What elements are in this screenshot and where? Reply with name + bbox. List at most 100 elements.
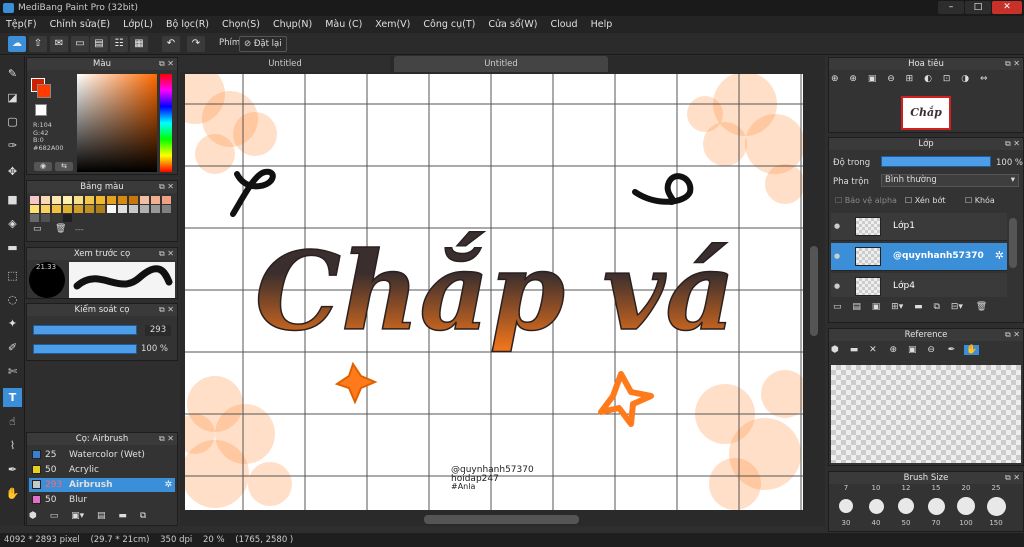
trash-icon[interactable]: 🗑 [976,302,987,312]
palette-swatch[interactable] [52,196,61,204]
palette-swatch[interactable] [41,196,50,204]
panel-close-icon[interactable]: ⧉ ✕ [1005,472,1020,484]
menu-edit[interactable]: Chỉnh sửa(E) [50,19,111,30]
dropper-tool-icon[interactable]: ✒ [3,460,22,479]
palette-swatch[interactable] [96,205,105,213]
menu-view[interactable]: Xem(V) [375,19,410,30]
palette-swatch[interactable] [129,196,138,204]
hand-tool-icon[interactable]: ✋ [3,484,22,503]
panel-close-icon[interactable]: ⧉ ✕ [159,433,174,445]
gear-icon[interactable]: ✲ [164,478,172,492]
list-icon[interactable]: ☷ [110,36,128,52]
menu-snap[interactable]: Chụp(N) [273,19,312,30]
palette-add-icon[interactable]: ▭ [33,224,42,234]
palette-swatch[interactable] [162,196,171,204]
layer-row[interactable]: ● Lớp4 [831,273,1007,297]
brush-settings-icon[interactable]: ▤ [97,511,106,521]
brush-size-value[interactable]: 293 [145,325,171,336]
grid-icon[interactable]: ▦ [130,36,148,52]
reference-view[interactable] [831,365,1021,463]
brush-folder-icon[interactable]: ▬ [118,511,127,521]
brush-size-preset[interactable] [898,498,914,514]
text-tool-icon[interactable]: T [3,388,22,407]
menu-file[interactable]: Tệp(F) [6,19,37,30]
zoom-in-alt-icon[interactable]: ⊕ [849,74,857,84]
maximize-button[interactable]: □ [965,1,991,14]
color-saturation-field[interactable] [77,74,157,172]
document-icon[interactable]: ▤ [90,36,108,52]
protect-alpha-checkbox[interactable]: ☐ Bảo vệ alpha [835,196,897,205]
palette-swatch[interactable] [74,205,83,213]
brush-add-icon[interactable]: ▣▾ [71,511,84,521]
visibility-eye-icon[interactable]: ● [834,282,840,290]
fit-icon[interactable]: ▣ [868,74,877,84]
brush-item[interactable]: 50 Blur [29,493,175,507]
brush-item[interactable]: 50 Acrylic [29,463,175,477]
undo-icon[interactable]: ↶ [162,36,180,52]
reference-zoom-out-icon[interactable]: ⊖ [927,345,935,355]
secondary-color-swatch[interactable] [35,104,47,116]
layer-row[interactable]: ● @quynhanh57370 ✲ [831,243,1007,271]
layer-scrollbar[interactable] [1009,218,1017,268]
layer-opacity-slider[interactable] [881,156,991,167]
magic-wand-icon[interactable]: ✦ [3,314,22,333]
palette-swatch[interactable] [41,205,50,213]
hue-slider[interactable] [160,74,172,172]
folder-icon[interactable]: ▬ [914,302,923,312]
palette-swatch[interactable] [162,205,171,213]
panel-close-icon[interactable]: ⧉ ✕ [1005,138,1020,150]
palette-swatch[interactable] [30,196,39,204]
blend-mode-select[interactable]: Bình thường ▾ [881,174,1019,187]
select-pen-icon[interactable]: ✐ [3,338,22,357]
rotate-right-icon[interactable]: ◑ [961,74,969,84]
reset-button[interactable]: ⊘ Đặt lại [239,36,287,52]
palette-swatch[interactable] [129,205,138,213]
merge-icon[interactable]: ⊟▾ [951,302,963,312]
panel-close-icon[interactable]: ⧉ ✕ [1005,329,1020,341]
panel-close-icon[interactable]: ⧉ ✕ [159,58,174,70]
fill-rect-tool-icon[interactable]: ■ [3,190,22,209]
background-color-swatch[interactable] [37,84,51,98]
palette-swatch[interactable] [151,205,160,213]
palette-swatch[interactable] [85,196,94,204]
horizontal-scrollbar[interactable] [424,515,579,524]
redo-icon[interactable]: ↷ [187,36,205,52]
menu-tools[interactable]: Công cụ(T) [423,19,475,30]
palette-more[interactable]: --- [75,225,84,234]
minimize-button[interactable]: – [938,1,964,14]
palette-swatch[interactable] [41,214,50,222]
palette-swatch[interactable] [140,196,149,204]
select-tool-icon[interactable]: ⬚ [3,266,22,285]
move-tool-icon[interactable]: ✥ [3,162,22,181]
visibility-eye-icon[interactable]: ● [834,222,840,230]
zoom-out-icon[interactable]: ⊖ [887,74,895,84]
gradient-tool-icon[interactable]: ▬ [3,238,22,257]
reset-view-icon[interactable]: ⊡ [943,74,951,84]
brush-item[interactable]: 293 Airbrush ✲ [29,478,175,492]
palette-swatch[interactable] [118,196,127,204]
palette-swatch[interactable] [52,214,61,222]
lasso-tool-icon[interactable]: ◌ [3,290,22,309]
page-icon[interactable]: ▭ [71,36,89,52]
vertical-scrollbar[interactable] [810,246,818,336]
reference-hand-icon[interactable]: ✋ [964,345,980,355]
panel-close-icon[interactable]: ⧉ ✕ [159,248,174,260]
eyedropper-tool-icon[interactable]: ⌇ [3,436,22,455]
brush-size-slider[interactable] [33,325,137,335]
swap-color-icon[interactable]: ⇆ [55,162,73,171]
menu-layer[interactable]: Lớp(L) [123,19,153,30]
reference-close-icon[interactable]: ✕ [869,345,877,355]
new-layer-icon[interactable]: ▭ [833,302,842,312]
brush-cloud-icon[interactable]: ⬢ [29,511,37,521]
menu-filter[interactable]: Bộ lọc(R) [166,19,209,30]
brush-size-preset[interactable] [839,499,853,513]
document-tab-1[interactable]: Untitled [180,56,390,72]
menu-select[interactable]: Chọn(S) [222,19,260,30]
palette-delete-icon[interactable]: 🗑 [55,224,66,234]
export-icon[interactable]: ⇧ [29,36,47,52]
gear-icon[interactable]: ✲ [995,249,1004,262]
actual-size-icon[interactable]: ⊞ [906,74,914,84]
brush-item[interactable]: 25 Watercolor (Wet) [29,448,175,462]
brush-size-preset[interactable] [957,497,975,515]
layer-copy-icon[interactable]: ▣ [872,302,881,312]
